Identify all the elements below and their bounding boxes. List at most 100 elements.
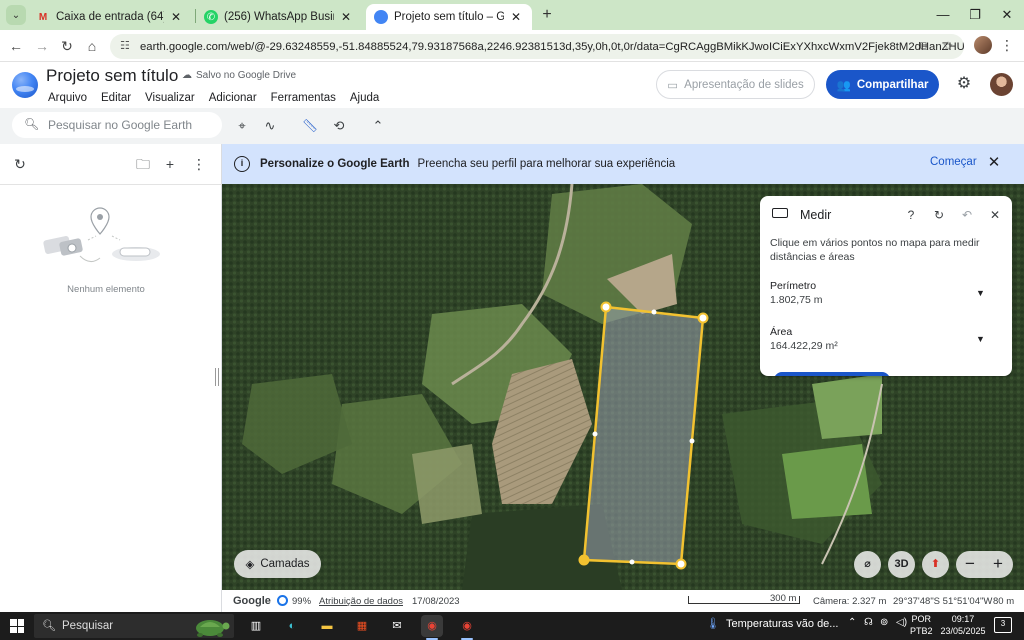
address-bar[interactable]: ☷ earth.google.com/web/@-29.63248559,-51…	[110, 34, 964, 59]
draw-path-icon[interactable]: ∿	[260, 116, 280, 136]
chrome-profile-icon[interactable]: ◉	[456, 615, 478, 640]
more-options-icon[interactable]: ⋮	[189, 154, 209, 174]
chevron-up-icon[interactable]: ⌃	[368, 116, 388, 136]
polygon-vertex[interactable]	[578, 554, 590, 566]
menu-editar[interactable]: Editar	[101, 92, 131, 104]
weather-text: Temperaturas vão de...	[725, 617, 839, 630]
browser-tab-whatsapp[interactable]: ✆ (256) WhatsApp Business ✕	[196, 4, 362, 30]
refresh-icon[interactable]: ↻	[10, 154, 30, 174]
notifications-icon[interactable]: 3	[994, 617, 1012, 633]
install-app-icon[interactable]: ⧉	[914, 36, 934, 56]
toggle-location-icon[interactable]: ⌀	[854, 551, 881, 578]
close-window-button[interactable]: ✕	[990, 4, 1024, 26]
back-button[interactable]: ←	[6, 36, 26, 56]
close-icon[interactable]: ✕	[338, 10, 354, 24]
home-button[interactable]: ⌂	[82, 36, 102, 56]
area-label: Área	[770, 326, 793, 338]
menu-adicionar[interactable]: Adicionar	[209, 92, 257, 104]
tab-title: (256) WhatsApp Business	[224, 11, 334, 23]
zoom-in-button[interactable]: +	[984, 551, 1012, 578]
slideshow-button[interactable]: ▭ Apresentação de slides	[656, 70, 815, 99]
new-folder-icon[interactable]: 🗀	[133, 154, 153, 174]
view-3d-button[interactable]: 3D	[888, 551, 915, 578]
new-tab-button[interactable]: +	[538, 6, 556, 24]
site-info-icon[interactable]: ☷	[120, 39, 130, 52]
close-icon[interactable]: ✕	[984, 153, 1004, 173]
mail-icon[interactable]: ✉	[386, 615, 408, 637]
browser-tab-google-earth[interactable]: Projeto sem título – Google Earth ✕	[366, 4, 532, 30]
share-button[interactable]: 👥 Compartilhar	[826, 70, 939, 99]
undo-icon[interactable]: ↶	[958, 206, 976, 224]
menu-visualizar[interactable]: Visualizar	[145, 92, 195, 104]
polygon-midpoint[interactable]	[592, 431, 598, 437]
perimeter-unit-dropdown[interactable]: ▼	[976, 288, 985, 298]
layers-button[interactable]: ◈ Camadas	[234, 550, 321, 578]
minimize-window-button[interactable]: —	[926, 4, 960, 26]
menu-ferramentas[interactable]: Ferramentas	[271, 92, 336, 104]
zoom-out-button[interactable]: −	[956, 551, 984, 578]
reload-button[interactable]: ↻	[57, 36, 77, 56]
url-text: earth.google.com/web/@-29.63248559,-51.8…	[140, 40, 964, 53]
banner-title: Personalize o Google Earth	[260, 158, 410, 170]
add-item-icon[interactable]: +	[160, 154, 180, 174]
chrome-icon[interactable]: ◉	[421, 615, 443, 640]
clock-time: 09:17	[951, 614, 975, 624]
panel-resize-handle[interactable]	[215, 368, 219, 386]
polygon-midpoint[interactable]	[651, 309, 657, 315]
volume-icon[interactable]: ◁)	[896, 617, 907, 628]
browser-profile-avatar[interactable]	[974, 36, 992, 54]
polygon-vertex[interactable]	[697, 312, 709, 324]
menu-arquivo[interactable]: Arquivo	[48, 92, 87, 104]
layers-label: Camadas	[260, 558, 310, 570]
keyboard-layout: PTB2	[910, 626, 933, 636]
menu-ajuda[interactable]: Ajuda	[350, 92, 379, 104]
info-icon: i	[234, 156, 250, 172]
file-explorer-icon[interactable]: ▬	[316, 615, 338, 637]
tab-search-button[interactable]: ⌄	[6, 5, 26, 25]
browser-tab-gmail[interactable]: M Caixa de entrada (64) - reismar ✕	[28, 4, 192, 30]
polygon-vertex[interactable]	[675, 558, 687, 570]
task-view-icon[interactable]: ▥	[245, 615, 267, 637]
microsoft-store-icon[interactable]: ▦	[351, 615, 373, 637]
project-title[interactable]: Projeto sem título	[46, 66, 178, 86]
camera-altitude: Câmera: 2.327 m	[813, 596, 887, 607]
polygon-midpoint[interactable]	[689, 438, 695, 444]
close-icon[interactable]: ✕	[986, 206, 1004, 224]
measure-ruler-icon[interactable]: 📏︎	[300, 116, 320, 136]
tab-title: Projeto sem título – Google Earth	[394, 11, 504, 23]
add-placemark-icon[interactable]: ⌖	[232, 116, 252, 136]
compass-icon[interactable]: ⬆	[922, 551, 949, 578]
measure-polygon[interactable]	[582, 305, 705, 566]
banner-start-link[interactable]: Começar	[930, 156, 977, 168]
close-icon[interactable]: ✕	[508, 10, 524, 24]
search-icon: 🔍︎	[42, 620, 56, 632]
historical-imagery-icon[interactable]: ⟲	[329, 116, 349, 136]
weather-widget[interactable]: 🌡︎ Temperaturas vão de...	[706, 617, 839, 631]
measure-panel: Medir ? ↻ ↶ ✕ Clique em vários pontos no…	[760, 196, 1012, 376]
refresh-icon[interactable]: ↻	[930, 206, 948, 224]
save-measure-button[interactable]	[774, 372, 890, 376]
network-icon[interactable]: ☊	[864, 617, 873, 628]
polygon-vertex[interactable]	[600, 301, 612, 313]
edge-browser-icon[interactable]: ◐	[281, 615, 303, 637]
tray-chevron-icon[interactable]: ⌃	[848, 617, 856, 628]
google-earth-logo[interactable]	[12, 72, 38, 98]
system-clock[interactable]: 09:17 23/05/2025	[938, 613, 988, 637]
close-icon[interactable]: ✕	[168, 10, 184, 24]
search-input[interactable]: 🔍︎ Pesquisar no Google Earth	[12, 112, 222, 138]
help-icon[interactable]: ?	[902, 206, 920, 224]
forward-button[interactable]: →	[32, 36, 52, 56]
restore-window-button[interactable]: ❐	[958, 4, 992, 26]
windows-start-icon[interactable]	[10, 619, 24, 633]
people-icon: 👥	[836, 79, 851, 92]
language-indicator[interactable]: POR PTB2	[910, 613, 933, 637]
wifi-icon[interactable]: ⊚	[880, 617, 888, 628]
empty-state-illustration	[43, 207, 160, 262]
bookmark-star-icon[interactable]: ☆	[938, 36, 958, 56]
data-attribution-link[interactable]: Atribuição de dados	[319, 596, 403, 607]
area-unit-dropdown[interactable]: ▼	[976, 334, 985, 344]
browser-menu-icon[interactable]: ⋮	[1000, 36, 1014, 54]
user-avatar[interactable]	[990, 73, 1013, 96]
polygon-midpoint[interactable]	[629, 559, 635, 565]
settings-gear-icon[interactable]: ⚙	[954, 74, 974, 94]
